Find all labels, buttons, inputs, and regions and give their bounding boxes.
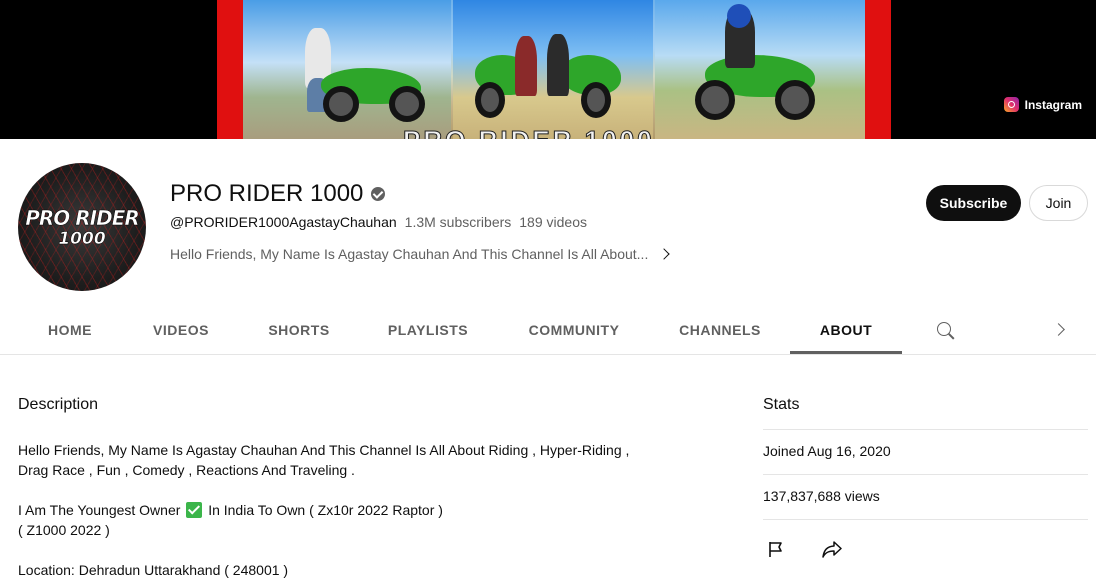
- description-preview-text: Hello Friends, My Name Is Agastay Chauha…: [170, 246, 649, 262]
- instagram-link[interactable]: Instagram: [1003, 97, 1082, 112]
- tab-shorts[interactable]: SHORTS: [256, 308, 342, 354]
- channel-banner: PRO RIDER 1000 Instagram: [0, 0, 1096, 139]
- avatar-logo-line2: 1000: [58, 229, 106, 250]
- chevron-right-icon: [658, 248, 671, 260]
- tab-home[interactable]: HOME: [34, 308, 106, 354]
- tab-playlists[interactable]: PLAYLISTS: [376, 308, 480, 354]
- share-icon[interactable]: [821, 540, 843, 558]
- description-line: I Am The Youngest Owner: [18, 502, 181, 518]
- tab-videos[interactable]: VIDEOS: [141, 308, 221, 354]
- description-line: In India To Own ( Zx10r 2022 Raptor ): [208, 502, 443, 518]
- channel-description-preview[interactable]: Hello Friends, My Name Is Agastay Chauha…: [170, 246, 671, 262]
- instagram-icon: [1003, 97, 1019, 112]
- location-text: Location: Dehradun Uttarakhand ( 248001 …: [18, 562, 289, 578]
- flag-icon[interactable]: [767, 540, 785, 558]
- tab-about[interactable]: ABOUT: [790, 308, 902, 354]
- search-icon[interactable]: [936, 321, 956, 341]
- channel-handle: @PRORIDER1000AgastayChauhan: [170, 214, 397, 230]
- channel-name: PRO RIDER 1000: [170, 180, 364, 207]
- channel-tabs: HOME VIDEOS SHORTS PLAYLISTS COMMUNITY C…: [0, 308, 1096, 355]
- channel-avatar[interactable]: PRO RIDER 1000: [18, 163, 146, 291]
- tab-community[interactable]: COMMUNITY: [514, 308, 634, 354]
- banner-image: PRO RIDER 1000: [217, 0, 891, 139]
- channel-meta: @PRORIDER1000AgastayChauhan 1.3M subscri…: [170, 214, 587, 230]
- subscriber-count: 1.3M subscribers: [404, 214, 512, 230]
- joined-date: Joined Aug 16, 2020: [763, 429, 1088, 474]
- description-line: ( Z1000 2022 ): [18, 522, 110, 538]
- description-heading: Description: [18, 396, 99, 413]
- channel-name-row: PRO RIDER 1000: [170, 180, 386, 208]
- total-views: 137,837,688 views: [763, 474, 1088, 519]
- chevron-right-icon[interactable]: [1052, 323, 1065, 336]
- stats-actions: [763, 519, 1088, 579]
- description-body: Hello Friends, My Name Is Agastay Chauha…: [18, 440, 658, 586]
- check-mark-icon: [186, 502, 203, 518]
- stats-heading: Stats: [763, 396, 800, 413]
- avatar-logo-line1: PRO RIDER: [25, 206, 140, 231]
- description-line: Drag Race , Fun , Comedy , Reactions And…: [18, 462, 355, 478]
- join-button[interactable]: Join: [1029, 185, 1088, 221]
- banner-overlay-text: PRO RIDER 1000: [403, 125, 655, 140]
- tab-channels[interactable]: CHANNELS: [667, 308, 773, 354]
- video-count: 189 videos: [519, 214, 587, 230]
- instagram-link-label: Instagram: [1024, 97, 1082, 112]
- verified-check-icon: [371, 187, 386, 201]
- description-line: Hello Friends, My Name Is Agastay Chauha…: [18, 442, 630, 458]
- subscribe-button[interactable]: Subscribe: [926, 185, 1021, 221]
